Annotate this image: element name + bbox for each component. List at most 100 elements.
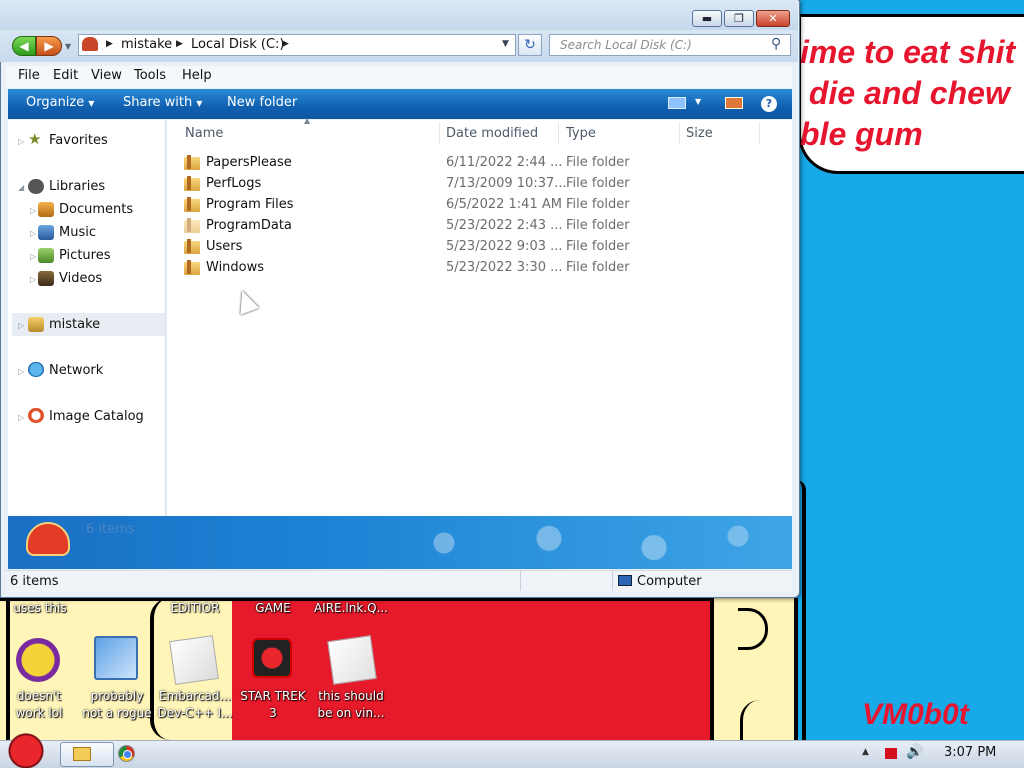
volume-icon[interactable]: 🔊: [906, 744, 923, 760]
column-divider[interactable]: [439, 122, 440, 144]
file-date: 6/11/2022 2:44 ...: [446, 155, 563, 170]
file-row[interactable]: Users 5/23/2022 9:03 ... File folder: [184, 237, 630, 258]
desktop-icon-label[interactable]: Embarcad... Dev-C++ I...: [156, 688, 234, 722]
folder-icon: [184, 239, 200, 254]
menu-help[interactable]: Help: [182, 68, 212, 83]
breadcrumb-chevron-icon[interactable]: ▶: [176, 39, 183, 49]
desktop-icon-label[interactable]: this should be on vin...: [314, 688, 388, 722]
taskbar-clock[interactable]: 3:07 PM: [944, 745, 996, 760]
menu-view[interactable]: View: [91, 68, 122, 83]
file-name: Windows: [206, 260, 265, 275]
expand-arrow-icon[interactable]: ▷: [30, 206, 36, 215]
chevron-down-icon: ▼: [88, 99, 95, 108]
homegroup-icon: [28, 317, 44, 332]
action-center-flag-icon[interactable]: [885, 748, 897, 759]
search-input[interactable]: Search Local Disk (C:): [549, 34, 791, 56]
yahoo-messenger-icon[interactable]: [16, 638, 60, 682]
file-row[interactable]: ProgramData 5/23/2022 2:43 ... File fold…: [184, 216, 630, 237]
nav-libraries[interactable]: Libraries: [49, 179, 105, 194]
desktop-icon-label[interactable]: doesn't work lol: [6, 688, 72, 722]
expand-arrow-icon[interactable]: ▷: [18, 413, 24, 422]
new-folder-button[interactable]: New folder: [227, 95, 297, 110]
column-divider[interactable]: [558, 122, 559, 144]
blank-file-icon[interactable]: [327, 635, 377, 685]
expand-arrow-icon[interactable]: ▷: [18, 137, 24, 146]
column-divider[interactable]: [679, 122, 680, 144]
column-divider[interactable]: [759, 122, 760, 144]
settings-gear-monitor-icon[interactable]: [94, 636, 138, 680]
nav-documents[interactable]: Documents: [59, 202, 133, 217]
menu-tools[interactable]: Tools: [134, 68, 166, 83]
help-icon[interactable]: ?: [761, 96, 777, 112]
star-wars-game-icon[interactable]: [252, 638, 292, 678]
breadcrumb-chevron-icon[interactable]: ▶: [282, 39, 289, 49]
file-name: PapersPlease: [206, 155, 292, 170]
libraries-icon: [28, 179, 44, 194]
file-row[interactable]: PapersPlease 6/11/2022 2:44 ... File fol…: [184, 153, 630, 174]
folder-icon: [184, 176, 200, 191]
expand-arrow-icon[interactable]: ▷: [30, 229, 36, 238]
desktop-icon-label[interactable]: AIRE.lnk.Q...: [312, 600, 390, 617]
start-button[interactable]: [4, 730, 48, 768]
title-bar[interactable]: [0, 0, 798, 30]
music-icon: [38, 225, 54, 240]
wallpaper-speech-text: ime to eat shit die and chew ble gum: [800, 34, 1016, 152]
file-row[interactable]: Windows 5/23/2022 3:30 ... File folder: [184, 258, 630, 279]
expand-arrow-icon[interactable]: ▷: [30, 252, 36, 261]
file-date: 6/5/2022 1:41 AM: [446, 197, 562, 212]
desktop-icon-label[interactable]: STAR TREK 3: [238, 688, 308, 722]
folder-icon: [184, 197, 200, 212]
folder-icon: [184, 155, 200, 170]
column-header-date-modified[interactable]: Date modified: [446, 126, 538, 141]
minimize-button[interactable]: ▬: [692, 10, 722, 27]
forward-button[interactable]: ▶: [36, 36, 62, 56]
sort-ascending-icon: ▲: [304, 116, 311, 125]
search-icon[interactable]: ⚲: [771, 36, 781, 52]
column-header-name[interactable]: Name: [185, 126, 223, 141]
status-location: Computer: [637, 574, 702, 589]
nav-favorites[interactable]: Favorites: [49, 133, 108, 148]
desktop-icon-label[interactable]: probably not a rogue: [80, 688, 154, 722]
back-button[interactable]: ◀: [12, 36, 36, 56]
chrome-icon[interactable]: [118, 745, 135, 762]
recent-pages-chevron-icon[interactable]: ▼: [65, 42, 71, 51]
close-button[interactable]: ✕: [756, 10, 790, 27]
chevron-down-icon[interactable]: ▼: [695, 97, 701, 106]
column-header-type[interactable]: Type: [566, 126, 596, 141]
desktop-icon-label[interactable]: GAME: [244, 600, 302, 617]
desktop-icon-label[interactable]: EDITIOR: [160, 600, 230, 617]
menu-edit[interactable]: Edit: [53, 68, 78, 83]
file-date: 5/23/2022 9:03 ...: [446, 239, 563, 254]
breadcrumb-mistake[interactable]: mistake: [121, 37, 172, 52]
share-with-label: Share with: [123, 95, 193, 110]
nav-videos[interactable]: Videos: [59, 271, 102, 286]
file-date: 5/23/2022 2:43 ...: [446, 218, 563, 233]
organize-button[interactable]: Organize ▼: [26, 95, 94, 110]
breadcrumb-chevron-icon[interactable]: ▶: [106, 39, 113, 49]
change-view-icon[interactable]: [668, 97, 686, 109]
blank-file-icon[interactable]: [169, 635, 219, 685]
nav-network[interactable]: Network: [49, 363, 103, 378]
nav-homegroup[interactable]: mistake: [49, 317, 100, 332]
nav-image-catalog[interactable]: Image Catalog: [49, 409, 144, 424]
address-dropdown-icon[interactable]: ▼: [502, 39, 509, 49]
file-row[interactable]: PerfLogs 7/13/2009 10:37... File folder: [184, 174, 630, 195]
collapse-arrow-icon[interactable]: ◢: [18, 183, 24, 192]
breadcrumb-local-disk[interactable]: Local Disk (C:): [191, 37, 284, 52]
expand-arrow-icon[interactable]: ▷: [18, 321, 24, 330]
show-hidden-icons-icon[interactable]: ▲: [862, 747, 869, 757]
hidden-folder-icon: [184, 218, 200, 233]
menu-bar: [6, 66, 792, 88]
share-with-button[interactable]: Share with ▼: [123, 95, 202, 110]
preview-pane-icon[interactable]: [725, 97, 743, 109]
maximize-button[interactable]: ❐: [724, 10, 754, 27]
nav-music[interactable]: Music: [59, 225, 96, 240]
column-header-size[interactable]: Size: [686, 126, 713, 141]
expand-arrow-icon[interactable]: ▷: [18, 367, 24, 376]
file-row[interactable]: Program Files 6/5/2022 1:41 AM File fold…: [184, 195, 630, 216]
expand-arrow-icon[interactable]: ▷: [30, 275, 36, 284]
menu-file[interactable]: File: [18, 68, 40, 83]
nav-pictures[interactable]: Pictures: [59, 248, 110, 263]
desktop-icon-label[interactable]: uses this: [10, 600, 70, 617]
refresh-button[interactable]: ↻: [518, 34, 542, 56]
